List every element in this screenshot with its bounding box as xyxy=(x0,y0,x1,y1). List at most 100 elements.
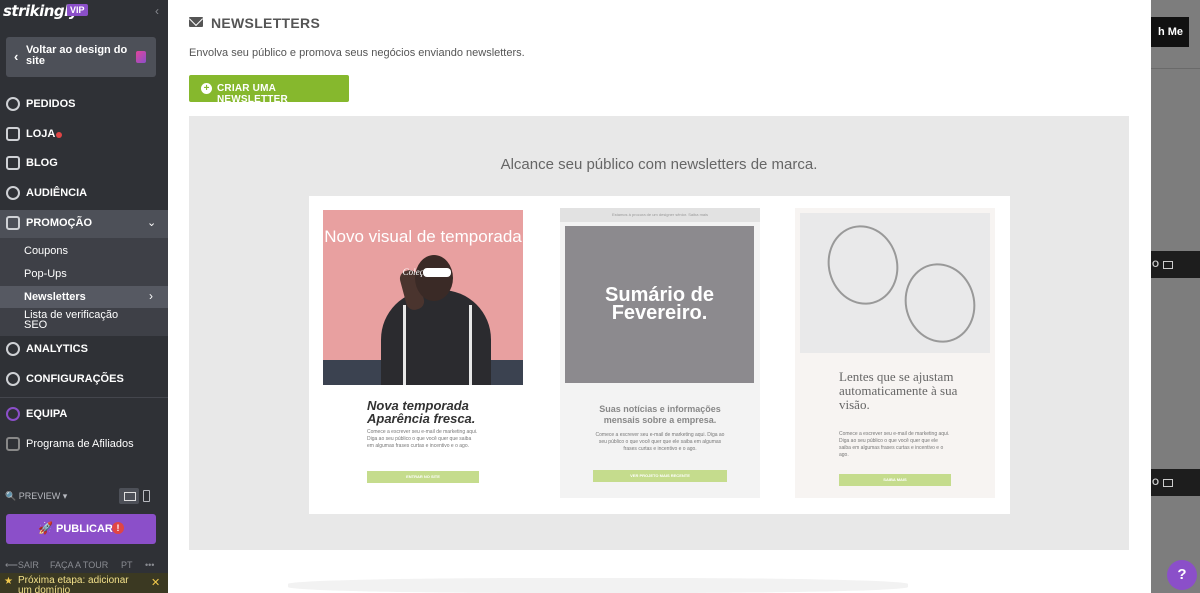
card-button: ENTRAR NO SITE xyxy=(367,471,479,483)
analytics-icon xyxy=(6,342,20,356)
card-subline: Coleção de xyxy=(402,267,444,277)
plus-circle-icon: + xyxy=(201,83,212,94)
photo-person xyxy=(381,290,491,385)
summary-banner: Sumário de Fevereiro. xyxy=(565,226,754,383)
glasses-lens-right xyxy=(895,255,985,351)
submenu-item-newsletters[interactable]: Newsletters › xyxy=(0,286,168,308)
card-headline: Sumário de Fevereiro. xyxy=(605,284,714,324)
publish-button[interactable]: 🚀 PUBLICAR ! xyxy=(6,514,156,544)
nav-label: LOJA xyxy=(26,128,56,140)
card-body: Comece a escrever seu e-mail de marketin… xyxy=(595,432,725,452)
chevron-right-icon: › xyxy=(149,289,153,303)
card-heading: Suas notícias e informações mensais sobr… xyxy=(599,404,721,425)
collapse-sidebar-icon[interactable]: ‹ xyxy=(155,4,159,18)
nav-label: Programa de Afiliados xyxy=(26,438,134,450)
next-step-text: Próxima etapa: adicionar um domínio xyxy=(18,575,129,593)
photo-stripe xyxy=(469,305,472,385)
page-title: NEWSLETTERS xyxy=(211,15,321,31)
nav-item-affiliates[interactable]: Programa de Afiliados xyxy=(0,431,168,459)
newsletters-panel: NEWSLETTERS Envolva seu público e promov… xyxy=(168,0,1151,593)
mobile-preview-icon[interactable] xyxy=(143,490,150,502)
exit-label: SAIR xyxy=(17,560,39,570)
nav-item-orders[interactable]: PEDIDOS xyxy=(0,91,168,119)
fashion-photo: Novo visual de temporada Coleção de xyxy=(323,210,523,385)
nav-item-audience[interactable]: AUDIÊNCIA xyxy=(0,180,168,208)
audience-icon xyxy=(6,186,20,200)
back-button-label: Voltar ao design do site xyxy=(26,44,128,67)
gear-icon xyxy=(6,372,20,386)
glasses-photo xyxy=(800,213,990,353)
page-description: Envolva seu público e promova seus negóc… xyxy=(189,47,525,59)
submenu-item-seo-checklist[interactable]: Lista de verificação SEO xyxy=(24,310,134,331)
nav-label: CONFIGURAÇÕES xyxy=(26,373,124,385)
next-step-banner[interactable]: ★ Próxima etapa: adicionar um domínio ✕ xyxy=(0,573,168,593)
submenu-item-coupons[interactable]: Coupons xyxy=(24,245,68,257)
photo-stripe xyxy=(403,305,406,385)
nav-item-team[interactable]: EQUIPA xyxy=(0,401,168,429)
nav-label: BLOG xyxy=(26,157,58,169)
orders-icon xyxy=(6,97,20,111)
sidebar: strikingly VIP ‹ ‹ Voltar ao design do s… xyxy=(0,0,168,593)
card-top-bar: Estamos à procura de um designer sênior.… xyxy=(560,208,760,222)
desktop-preview-icon[interactable] xyxy=(119,488,139,504)
nav-label: PROMOÇÃO xyxy=(26,217,92,229)
logo-row: strikingly VIP ‹ xyxy=(0,0,168,24)
background-band: O xyxy=(1151,469,1200,496)
template-card-season: Novo visual de temporada Coleção de Nova… xyxy=(323,208,523,498)
band-text: O xyxy=(1152,477,1160,487)
image-icon[interactable] xyxy=(1163,261,1173,269)
band-text: O xyxy=(1152,259,1160,269)
template-card-lenses: Lentes que se ajustam automaticamente à … xyxy=(795,208,995,498)
newsletter-showcase: Alcance seu público com newsletters de m… xyxy=(189,116,1129,550)
background-band: O xyxy=(1151,251,1200,278)
preview-row: 🔍 PREVIEW ▾ xyxy=(5,488,165,505)
divider xyxy=(1151,68,1200,69)
team-icon xyxy=(6,407,20,421)
nav-item-settings[interactable]: CONFIGURAÇÕES xyxy=(0,366,168,394)
palette-icon xyxy=(136,51,146,63)
help-button[interactable]: ? xyxy=(1167,560,1197,590)
chevron-left-icon: ‹ xyxy=(14,49,19,64)
background-editor: h Me O O ? xyxy=(1151,0,1200,593)
sidebar-footer: ⟵ SAIR FAÇA A TOUR PT ••• xyxy=(5,560,165,570)
trophy-icon xyxy=(6,437,20,451)
nav-label: EQUIPA xyxy=(26,408,68,420)
tour-link[interactable]: FAÇA A TOUR xyxy=(50,560,108,570)
nav-item-analytics[interactable]: ANALYTICS xyxy=(0,336,168,364)
vip-badge: VIP xyxy=(67,4,88,16)
create-button-label: CRIAR UMA NEWSLETTER xyxy=(217,83,288,105)
nav-item-blog[interactable]: BLOG xyxy=(0,150,168,178)
card-button: VER PROJETO MAIS RECENTE xyxy=(593,470,727,482)
card-heading: Nova temporada Aparência fresca. xyxy=(367,398,476,426)
create-newsletter-button[interactable]: + CRIAR UMA NEWSLETTER xyxy=(189,75,349,105)
template-cards: Novo visual de temporada Coleção de Nova… xyxy=(309,196,1010,514)
nav-label: AUDIÊNCIA xyxy=(26,187,88,199)
card-headline: Novo visual de temporada xyxy=(324,227,522,246)
more-options-icon[interactable]: ••• xyxy=(145,560,154,570)
close-icon[interactable]: ✕ xyxy=(151,576,160,589)
language-selector[interactable]: PT xyxy=(121,560,133,570)
store-icon xyxy=(6,127,20,141)
nav-label: PEDIDOS xyxy=(26,98,76,110)
notification-dot xyxy=(56,132,62,138)
card-body: Comece a escrever seu e-mail de marketin… xyxy=(367,429,478,449)
back-to-site-design-button[interactable]: ‹ Voltar ao design do site xyxy=(6,37,156,77)
megaphone-icon xyxy=(6,216,20,230)
rocket-icon: 🚀 xyxy=(38,521,53,535)
pen-icon xyxy=(6,156,20,170)
card-body: Comece a escrever seu e-mail de marketin… xyxy=(839,431,950,458)
image-icon[interactable] xyxy=(1163,479,1173,487)
submenu-label: Newsletters xyxy=(24,291,86,303)
warning-badge: ! xyxy=(112,522,124,534)
exit-link[interactable]: ⟵ SAIR xyxy=(5,560,39,571)
nav-item-store[interactable]: LOJA xyxy=(0,121,168,149)
nav-item-promotion[interactable]: PROMOÇÃO ⌄ xyxy=(0,210,168,238)
submenu-item-popups[interactable]: Pop-Ups xyxy=(24,268,67,280)
template-card-summary: Estamos à procura de um designer sênior.… xyxy=(560,208,760,498)
preview-label: PREVIEW xyxy=(18,491,61,501)
photo-head xyxy=(415,255,453,301)
background-button[interactable]: h Me xyxy=(1151,17,1189,47)
chevron-down-icon: ⌄ xyxy=(147,217,157,229)
preview-dropdown[interactable]: 🔍 PREVIEW ▾ xyxy=(5,491,67,502)
publish-label: PUBLICAR xyxy=(56,523,113,535)
